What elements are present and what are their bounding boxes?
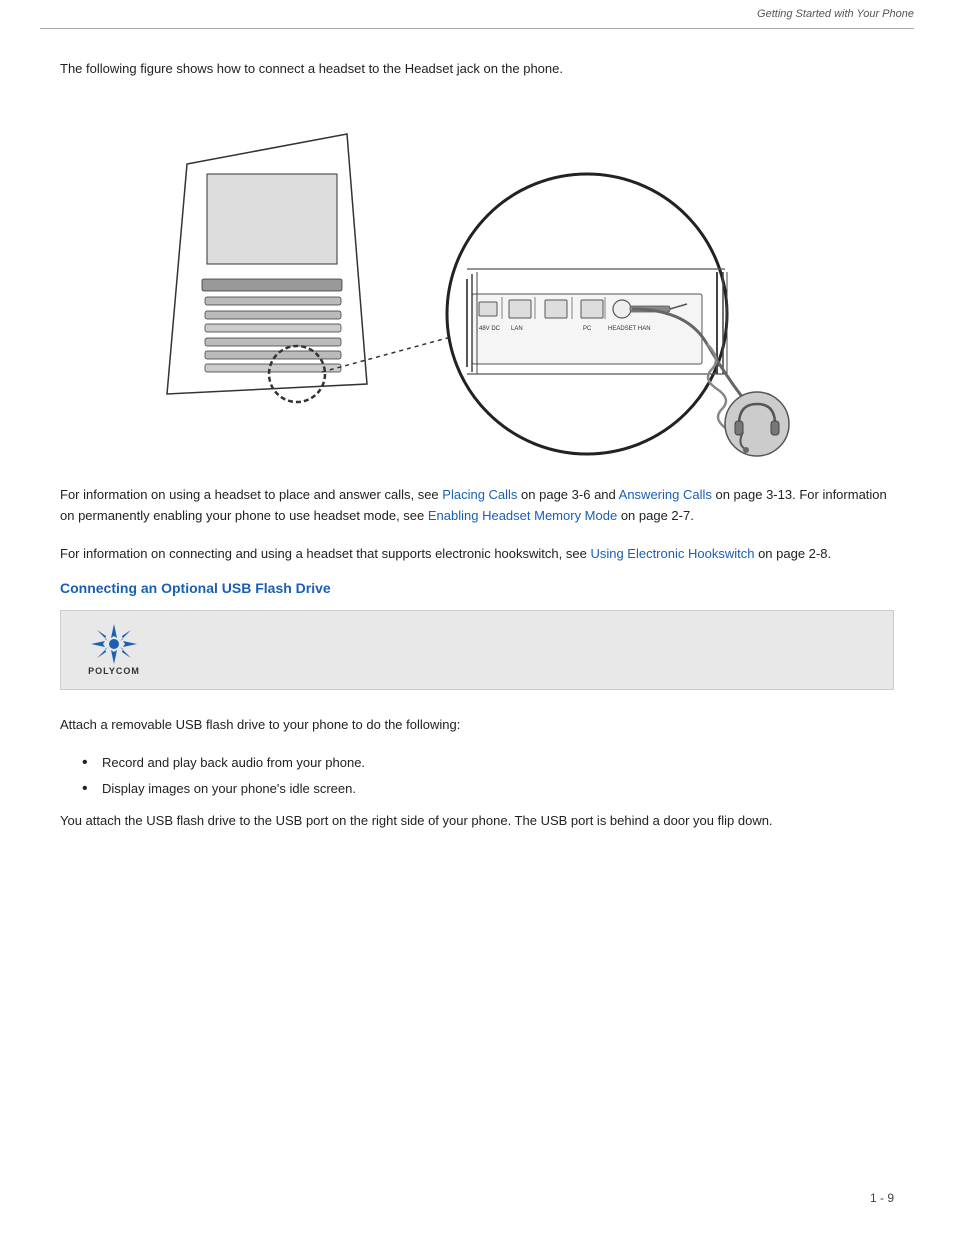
headset-memory-link[interactable]: Enabling Headset Memory Mode [428,508,617,523]
svg-text:PC: PC [583,326,592,332]
info-1-mid1: on page [517,487,571,502]
info-2-ref: 2-8 [809,546,828,561]
info-block-2: For information on connecting and using … [60,543,894,564]
info-1-ref2: 3-13 [766,487,792,502]
closing-text: You attach the USB flash drive to the US… [60,810,894,831]
main-content: The following figure shows how to connec… [0,29,954,887]
header-title: Getting Started with Your Phone [757,8,914,20]
info-1-text-before: For information on using a headset to pl… [60,487,442,502]
note-content [169,630,875,670]
phone-sketch [167,134,367,402]
info-2-after: on page [754,546,808,561]
placing-calls-link[interactable]: Placing Calls [442,487,517,502]
svg-text:LAN: LAN [511,326,523,332]
header-region: Getting Started with Your Phone [0,0,954,29]
bullet-list: Record and play back audio from your pho… [90,752,894,800]
info-1-mid2: on page [712,487,766,502]
intro-paragraph: The following figure shows how to connec… [60,59,894,80]
electronic-hookswitch-link[interactable]: Using Electronic Hookswitch [590,546,754,561]
info-1-ref3: 2-7 [671,508,690,523]
info-block-1: For information on using a headset to pl… [60,484,894,527]
svg-text:48V DC: 48V DC [479,326,501,332]
diagram-container: 48V DC LAN PC HEADSET HAN [60,104,894,484]
attach-text: Attach a removable USB flash drive to yo… [60,714,894,735]
info-1-period: . [690,508,694,523]
bullet-item-2: Display images on your phone's idle scre… [90,778,894,800]
info-2-before: For information on connecting and using … [60,546,590,561]
header-divider [40,28,914,29]
polycom-label: POLYCOM [88,666,140,676]
headset-icon [725,392,789,456]
svg-text:HEADSET HAN: HEADSET HAN [608,326,651,332]
page-number: 1 - 9 [870,1191,894,1205]
polycom-logo: POLYCOM [79,624,149,676]
polycom-icon [91,624,137,664]
note-box: POLYCOM [60,610,894,690]
page-container: Getting Started with Your Phone The foll… [0,0,954,1235]
info-2-period: . [827,546,831,561]
usb-section-heading: Connecting an Optional USB Flash Drive [60,580,894,596]
info-1-and: and [590,487,618,502]
bullet-item-1: Record and play back audio from your pho… [90,752,894,774]
headset-diagram: 48V DC LAN PC HEADSET HAN [127,104,827,484]
info-1-ref1: 3-6 [572,487,591,502]
info-1-end: on page [617,508,671,523]
answering-calls-link[interactable]: Answering Calls [619,487,712,502]
